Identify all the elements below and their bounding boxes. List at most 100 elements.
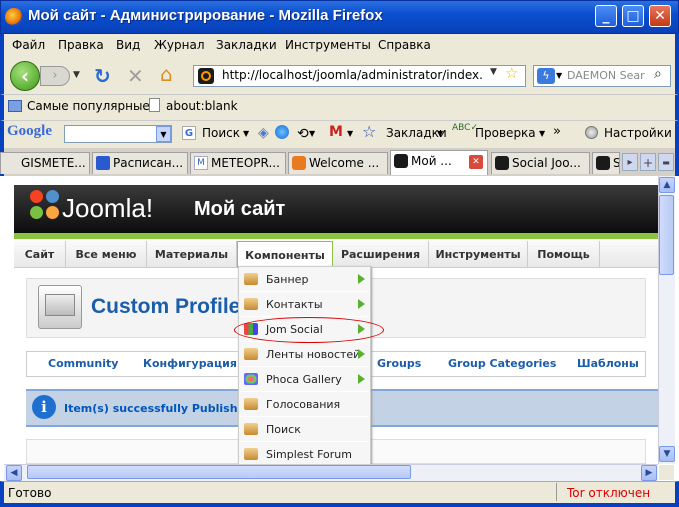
dropdown-label: Phoca Gallery [266,373,342,386]
jmenu-extensions[interactable]: Расширения [333,241,429,268]
reload-icon[interactable]: ↻ [94,64,111,88]
close-button[interactable]: ✕ [649,5,671,27]
menu-file[interactable]: Файл [12,38,45,52]
bookmark-star-icon[interactable]: ☆ [505,64,518,82]
dropdown-item-banners[interactable]: Баннер [240,267,369,292]
menu-bookmarks[interactable]: Закладки [216,38,277,52]
tor-status[interactable]: Tor отключен [567,486,650,500]
highlight-circle [234,317,384,343]
jmenu-site[interactable]: Сайт [14,241,66,268]
tab-gismeteo[interactable]: GISMETE... [0,152,90,174]
bookmark-blank[interactable]: about:blank [166,99,238,113]
new-tab-icon[interactable]: + [640,153,656,171]
scroll-left-icon[interactable]: ◀ [6,465,22,481]
dropdown-label: Simplest Forum [266,448,352,461]
tab-label: Мой ... [411,154,452,168]
minimize-button[interactable]: _ [595,5,617,27]
jmenu-content[interactable]: Материалы [147,241,237,268]
submenu-templates[interactable]: Шаблоны [577,357,639,370]
jmenu-help[interactable]: Помощь [528,241,600,268]
bookmarks-star-icon[interactable]: ☆ [362,122,376,141]
tab-social-joomla[interactable]: Social Joo... [491,152,590,174]
tab-s[interactable]: S [592,152,620,174]
calendar-icon [96,156,110,170]
info-icon: i [32,395,56,419]
jmenu-tools[interactable]: Инструменты [429,241,528,268]
search-dropdown-icon[interactable]: ▼ [243,129,249,138]
dropdown-item-newsfeeds[interactable]: Ленты новостей [240,342,369,367]
joomla-logo: Joomla! [62,193,154,223]
google-dropdown-icon[interactable]: ▼ [156,126,171,142]
submenu-group-categories[interactable]: Group Categories [448,357,556,370]
history-dropdown-icon[interactable]: ▼ [73,70,80,80]
tab-list-icon[interactable]: ▬ [658,153,674,171]
google-settings-button[interactable]: Настройки [604,126,672,140]
search-icon[interactable]: ⌕ [654,66,662,82]
vertical-scroll-thumb[interactable] [659,195,674,275]
dropdown-item-polls[interactable]: Голосования [240,392,369,417]
tab-label: Welcome ... [309,156,380,170]
tab-schedule[interactable]: Расписан... [92,152,188,174]
tab-scroll-right-icon[interactable]: ▸ [622,153,638,171]
google-search-button[interactable]: Поиск [202,126,240,140]
window-title: Мой сайт - Администрирование - Mozilla F… [28,7,383,24]
page-icon [149,98,160,112]
bookmark-popular[interactable]: Самые популярные [27,99,150,113]
header-divider [14,233,658,239]
spellcheck-button[interactable]: Проверка [475,126,536,140]
submenu-arrow-icon [358,274,365,284]
home-icon[interactable]: ⌂ [160,62,173,86]
back-button[interactable]: ‹ [10,61,40,91]
scroll-down-icon[interactable]: ▼ [659,446,675,462]
dropdown-label: Голосования [266,398,341,411]
tab-my-site[interactable]: Мой ... ✕ [390,150,488,175]
dropdown-item-search[interactable]: Поиск [240,417,369,442]
scroll-up-icon[interactable]: ▲ [659,177,675,193]
stop-icon[interactable]: ✕ [127,64,144,88]
tab-close-icon[interactable]: ✕ [469,155,483,169]
search-engine-icon[interactable]: ϟ [537,68,555,84]
tab-label: Social Joo... [512,156,581,170]
news-icon[interactable]: ◈ [258,125,269,141]
maximize-button[interactable]: □ [622,5,644,27]
more-chevron-icon[interactable]: » [553,124,561,139]
scroll-corner [659,465,674,480]
menu-history[interactable]: Журнал [154,38,205,52]
submenu-configuration[interactable]: Конфигурация [143,357,237,370]
settings-gear-icon[interactable] [585,126,598,139]
check-dropdown-icon[interactable]: ▼ [539,129,545,138]
engine-dropdown-icon[interactable]: ▼ [556,71,562,80]
dropdown-item-phoca-gallery[interactable]: Phoca Gallery [240,367,369,392]
tab-welcome[interactable]: Welcome ... [288,152,388,174]
status-divider [556,483,557,501]
globe-icon[interactable] [275,125,289,139]
phoca-icon [244,373,258,385]
menu-help[interactable]: Справка [378,38,431,52]
jmenu-all-menus[interactable]: Все меню [66,241,147,268]
dropdown-item-contacts[interactable]: Контакты [240,292,369,317]
tab-label: GISMETE... [21,156,86,170]
pagerank-icon[interactable]: ⟲ [297,126,309,142]
submenu-groups[interactable]: Groups [377,357,421,370]
tab-meteopr[interactable]: M METEOPR... [190,152,286,174]
component-icon [244,298,258,310]
gmail-icon[interactable]: M [329,124,343,140]
meteo-icon: M [194,156,208,170]
forward-button[interactable]: › [40,66,70,86]
component-icon [244,348,258,360]
scroll-right-icon[interactable]: ▶ [641,465,657,481]
submenu-community[interactable]: Community [48,357,118,370]
menu-view[interactable]: Вид [116,38,140,52]
menu-tools[interactable]: Инструменты [285,38,371,52]
bookmarks-dropdown-icon[interactable]: ▼ [437,129,443,138]
menu-edit[interactable]: Правка [58,38,104,52]
google-logo[interactable]: Google [7,123,52,140]
url-dropdown-icon[interactable]: ▼ [490,67,497,77]
horizontal-scroll-thumb[interactable] [27,465,411,479]
bookmark-folder-icon [8,100,22,112]
dropdown-icon[interactable]: ▼ [309,129,315,138]
gmail-dropdown-icon[interactable]: ▼ [347,129,353,138]
url-text[interactable]: http://localhost/joomla/administrator/in… [222,68,484,82]
joomla-logo-icon [30,190,60,220]
jmenu-components[interactable]: Компоненты [237,241,333,268]
